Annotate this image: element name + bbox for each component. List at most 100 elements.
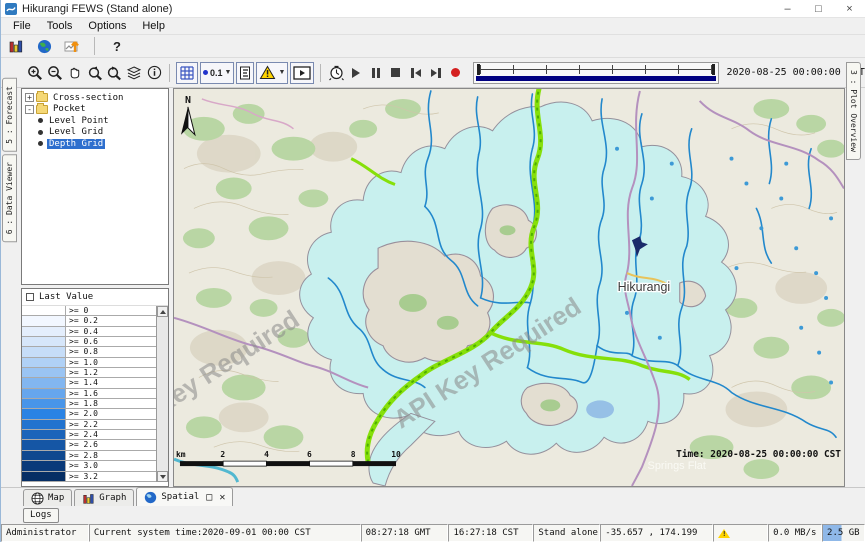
chevron-down-icon: ▼	[225, 69, 232, 76]
layers-button[interactable]	[124, 62, 144, 84]
tab-close-icon[interactable]: ✕	[219, 492, 225, 503]
menu-bar: File Tools Options Help	[1, 18, 865, 35]
menu-file[interactable]: File	[5, 20, 39, 32]
maximize-button[interactable]: □	[803, 0, 834, 17]
status-user: Administrator	[1, 524, 89, 542]
grid-icon	[179, 65, 195, 81]
map-display-button[interactable]	[33, 35, 55, 57]
scroll-up-icon[interactable]	[157, 306, 168, 317]
legend-swatch	[22, 368, 66, 377]
legend-label: >= 1.0	[66, 358, 156, 367]
time-slider-handle-start[interactable]	[477, 64, 480, 75]
menu-help[interactable]: Help	[134, 20, 173, 32]
tree-item-label-selected: Depth Grid	[47, 139, 105, 149]
main-area: 5 : Forecast 6 : Data Viewer + Cross-sec…	[1, 88, 865, 487]
place-label: Springs Flat	[648, 460, 706, 472]
threshold-value: 0.1	[210, 68, 223, 78]
tree-item-pocket[interactable]: - Pocket	[22, 104, 168, 116]
legend-row: >= 0.2	[22, 316, 156, 326]
threshold-dropdown[interactable]: 0.1 ▼	[200, 62, 234, 84]
animation-movie-button[interactable]	[290, 62, 314, 84]
expand-icon[interactable]: +	[25, 93, 34, 102]
animation-timer-button[interactable]	[326, 62, 346, 84]
tree-item-level-point[interactable]: Level Point	[22, 115, 168, 127]
legend-row: >= 2.4	[22, 430, 156, 440]
layers-icon	[126, 65, 142, 81]
last-value-checkbox[interactable]	[26, 293, 34, 301]
play-button[interactable]	[346, 62, 366, 84]
tab-maximize-icon[interactable]: □	[206, 492, 212, 503]
map-view[interactable]: API Key Required API Key Required Hikura…	[173, 88, 845, 487]
legend-swatch	[22, 472, 66, 481]
zoom-in-button[interactable]	[25, 62, 45, 84]
map-legend-button[interactable]	[236, 62, 254, 84]
scale-tick: 8	[351, 450, 356, 459]
tab-graph[interactable]: Graph	[74, 489, 134, 506]
info-button[interactable]	[144, 62, 164, 84]
time-slider[interactable]	[473, 62, 719, 84]
close-button[interactable]: ×	[834, 0, 865, 17]
zoom-next-button[interactable]	[105, 62, 125, 84]
chart-arrow-icon	[64, 38, 81, 54]
scroll-down-icon[interactable]	[157, 471, 168, 482]
legend-label: >= 1.4	[66, 378, 156, 387]
tab-data-viewer[interactable]: 6 : Data Viewer	[2, 154, 17, 242]
legend-scrollbar[interactable]	[156, 306, 168, 482]
status-gmt-time: 08:27:18 GMT	[361, 524, 449, 542]
legend-label: >= 2.2	[66, 420, 156, 429]
tree-item-level-grid[interactable]: Level Grid	[22, 127, 168, 139]
pause-button[interactable]	[366, 62, 386, 84]
zoom-previous-button[interactable]	[85, 62, 105, 84]
folder-icon	[36, 93, 48, 102]
legend-title: Last Value	[39, 292, 93, 302]
scale-tick: 10	[391, 450, 401, 459]
step-back-button[interactable]	[406, 62, 426, 84]
legend-row: >= 1.8	[22, 399, 156, 409]
legend-label: >= 0.8	[66, 347, 156, 356]
legend-label: >= 0.2	[66, 316, 156, 325]
legend-swatch	[22, 358, 66, 367]
legend-label: >= 3.0	[66, 461, 156, 470]
tab-forecast[interactable]: 5 : Forecast	[2, 78, 17, 152]
north-label: N	[185, 95, 191, 106]
pan-button[interactable]	[65, 62, 85, 84]
logs-button[interactable]: Logs	[23, 508, 59, 523]
tab-plot-overview[interactable]: 3 : Plot Overview	[846, 62, 861, 160]
legend-swatch	[22, 378, 66, 387]
help-button[interactable]: ?	[106, 35, 128, 57]
legend-row: >= 2.0	[22, 409, 156, 419]
menu-tools[interactable]: Tools	[39, 20, 81, 32]
bullet-icon	[38, 130, 43, 135]
legend-label: >= 1.2	[66, 368, 156, 377]
legend-row: >= 1.4	[22, 378, 156, 388]
globe-icon	[144, 491, 157, 504]
minimize-button[interactable]: –	[772, 0, 803, 17]
menu-options[interactable]: Options	[80, 20, 134, 32]
legend-label: >= 0.4	[66, 327, 156, 336]
collapse-icon[interactable]: -	[25, 105, 34, 114]
database-button[interactable]	[5, 35, 27, 57]
timer-clock-icon	[328, 64, 345, 81]
timeseries-dialog-button[interactable]	[61, 35, 83, 57]
grid-display-button[interactable]	[176, 62, 198, 84]
legend-header: Last Value	[22, 289, 168, 306]
tree-item-depth-grid[interactable]: Depth Grid	[22, 138, 168, 150]
legend-label: >= 1.6	[66, 389, 156, 398]
legend-swatch	[22, 430, 66, 439]
legend-swatch	[22, 409, 66, 418]
record-button[interactable]	[446, 62, 466, 84]
step-forward-button[interactable]	[426, 62, 446, 84]
status-coordinates: -35.657 , 174.199	[600, 524, 713, 542]
legend-swatch	[22, 347, 66, 356]
tree-item-label: Level Point	[47, 116, 111, 126]
legend-row: >= 3.0	[22, 461, 156, 471]
stop-button[interactable]	[386, 62, 406, 84]
tab-spatial[interactable]: Spatial □ ✕	[136, 487, 233, 506]
legend-label: >= 1.8	[66, 399, 156, 408]
time-slider-handle-end[interactable]	[712, 64, 715, 75]
tab-label: Map	[48, 493, 64, 503]
zoom-out-button[interactable]	[45, 62, 65, 84]
legend-row: >= 0.4	[22, 327, 156, 337]
tab-map[interactable]: Map	[23, 489, 72, 506]
thresholds-warning-dropdown[interactable]: ▼	[256, 62, 288, 84]
